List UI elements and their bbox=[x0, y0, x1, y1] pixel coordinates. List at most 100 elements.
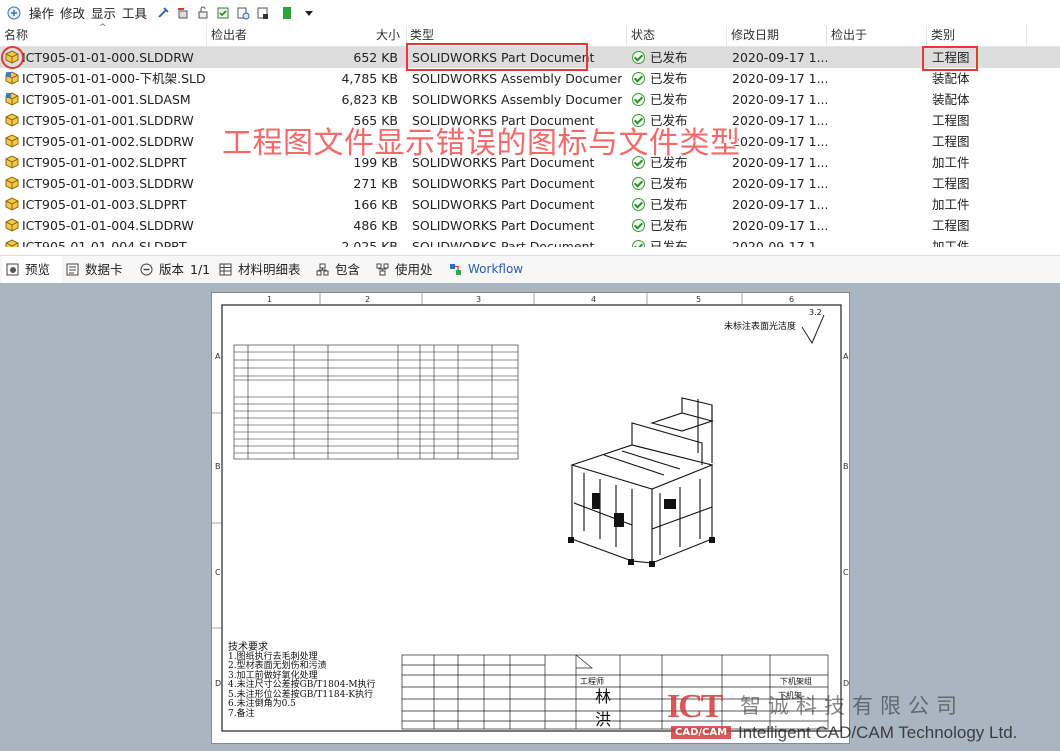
cell-type: SOLIDWORKS Part Document bbox=[412, 176, 595, 191]
cell-size: 6,823 KB bbox=[341, 92, 398, 107]
svg-text:C: C bbox=[843, 568, 849, 577]
check-out-icon[interactable] bbox=[196, 6, 210, 20]
cell-modified: 2020-09-17 1... bbox=[732, 92, 827, 107]
column-modified[interactable]: 修改日期 bbox=[727, 25, 827, 46]
cell-category: 工程图 bbox=[932, 134, 970, 149]
command-toolbar: 操作 修改 显示 工具 bbox=[0, 0, 1060, 25]
highlight-category-box bbox=[922, 46, 978, 71]
file-row[interactable]: ICT905-01-01-000-下机架.SLD... 4,785 KB SOLID… bbox=[0, 68, 1060, 89]
part-icon bbox=[5, 218, 19, 232]
bookmark-icon[interactable] bbox=[280, 6, 294, 20]
svg-text:5: 5 bbox=[696, 295, 701, 304]
preview-tab-icon bbox=[6, 263, 19, 276]
cell-category: 加工件 bbox=[932, 239, 970, 247]
tab-workflow[interactable]: Workflow bbox=[449, 256, 523, 283]
tab-datacard-label: 数据卡 bbox=[85, 262, 123, 277]
company-logo: ICT CAD/CAM bbox=[667, 688, 737, 744]
svg-text:6: 6 bbox=[789, 295, 794, 304]
assembly-icon bbox=[5, 92, 19, 106]
svg-text:A: A bbox=[843, 352, 849, 361]
technical-requirements: 技术要求 1.图纸执行去毛刺处理 2.型材表面无划伤和污渍 3.加工前做好氧化处… bbox=[228, 643, 376, 719]
cell-category: 装配体 bbox=[932, 92, 970, 107]
menu-display[interactable]: 显示 bbox=[91, 3, 116, 22]
part-icon bbox=[5, 134, 19, 148]
cell-modified: 2020-09-17 1... bbox=[732, 239, 827, 247]
svg-text:D: D bbox=[843, 679, 849, 688]
assembly-icon bbox=[5, 71, 19, 85]
drawing-sheet: 123 456 ABCD ABCD 未标注表面光洁度 3.2 技术要求 1.图纸… bbox=[211, 292, 850, 744]
cell-state: 已发布 bbox=[632, 68, 727, 89]
svg-text:D: D bbox=[215, 679, 221, 688]
tab-bom[interactable]: 材料明细表 bbox=[219, 256, 301, 283]
undo-checkout-icon[interactable] bbox=[176, 6, 190, 20]
datacard-icon bbox=[66, 263, 79, 276]
file-row[interactable]: ICT905-01-01-004.SLDDRW 486 KB SOLIDWORKS … bbox=[0, 215, 1060, 236]
file-row[interactable]: ICT905-01-01-001.SLDASM 6,823 KB SOLIDWORK… bbox=[0, 89, 1060, 110]
highlight-icon-circle bbox=[1, 46, 24, 69]
column-checked-out-in[interactable]: 检出于 bbox=[827, 25, 927, 46]
logo-mark-bottom: CAD/CAM bbox=[671, 726, 732, 739]
svg-text:2: 2 bbox=[365, 295, 370, 304]
file-row[interactable]: ICT905-01-01-004.SLDPRT 2,025 KB SOLIDWORK… bbox=[0, 236, 1060, 247]
column-state[interactable]: 状态 bbox=[627, 25, 727, 46]
cell-name: ICT905-01-01-003.SLDPRT bbox=[22, 197, 187, 212]
tech-line: 7.备注 bbox=[228, 708, 255, 719]
cell-name: ICT905-01-01-001.SLDDRW bbox=[22, 113, 194, 128]
pdm-vault-icon[interactable] bbox=[7, 6, 21, 20]
state-label: 已发布 bbox=[650, 176, 688, 191]
cell-modified: 2020-09-17 1... bbox=[732, 71, 827, 86]
sort-arrow-icon: ^ bbox=[99, 23, 107, 33]
cell-state: 已发布 bbox=[632, 236, 727, 247]
menu-operate[interactable]: 操作 bbox=[29, 3, 54, 22]
svg-text:4: 4 bbox=[591, 295, 596, 304]
tab-preview[interactable]: 预览 bbox=[2, 256, 62, 283]
svg-text:A: A bbox=[215, 352, 221, 361]
tab-workflow-label: Workflow bbox=[468, 262, 524, 276]
menu-tools[interactable]: 工具 bbox=[122, 3, 147, 22]
logo-mark-top: ICT bbox=[667, 688, 723, 725]
part-icon bbox=[5, 197, 19, 211]
tab-where-used[interactable]: 使用处 bbox=[376, 256, 433, 283]
cell-type: SOLIDWORKS Part Document bbox=[412, 197, 595, 212]
tab-contains[interactable]: 包含 bbox=[316, 256, 360, 283]
state-label: 已发布 bbox=[650, 197, 688, 212]
tab-version[interactable]: 版本 1/1 bbox=[140, 256, 210, 283]
svg-text:B: B bbox=[843, 462, 849, 471]
state-label: 已发布 bbox=[650, 50, 688, 65]
tab-version-value: 1/1 bbox=[190, 262, 211, 277]
cell-category: 工程图 bbox=[932, 218, 970, 233]
column-size[interactable]: 大小 bbox=[300, 25, 406, 46]
file-row[interactable]: ICT905-01-01-003.SLDPRT 166 KB SOLIDWORKS … bbox=[0, 194, 1060, 215]
released-check-icon bbox=[632, 51, 645, 64]
released-check-icon bbox=[632, 72, 645, 85]
preview-icon[interactable] bbox=[256, 6, 270, 20]
state-label: 已发布 bbox=[650, 71, 688, 86]
part-icon bbox=[5, 176, 19, 190]
menu-modify[interactable]: 修改 bbox=[60, 3, 85, 22]
highlight-type-box bbox=[406, 43, 588, 71]
cell-category: 加工件 bbox=[932, 197, 970, 212]
cell-size: 271 KB bbox=[353, 176, 398, 191]
check-in-icon[interactable] bbox=[216, 6, 230, 20]
where-used-icon bbox=[376, 263, 389, 276]
chevron-down-icon[interactable] bbox=[302, 6, 316, 20]
released-check-icon bbox=[632, 240, 645, 247]
surface-finish-note: 未标注表面光洁度 bbox=[724, 322, 797, 332]
cell-type: SOLIDWORKS Part Document bbox=[412, 239, 595, 247]
cell-size: 652 KB bbox=[353, 50, 398, 65]
cell-size: 166 KB bbox=[353, 197, 398, 212]
tab-bom-label: 材料明细表 bbox=[238, 262, 301, 277]
get-latest-icon[interactable] bbox=[236, 6, 250, 20]
cell-modified: 2020-09-17 1... bbox=[732, 218, 827, 233]
released-check-icon bbox=[632, 177, 645, 190]
pin-icon[interactable] bbox=[156, 6, 170, 20]
file-row[interactable]: ICT905-01-01-003.SLDDRW 271 KB SOLIDWORKS … bbox=[0, 173, 1060, 194]
cell-name: ICT905-01-01-004.SLDDRW bbox=[22, 218, 194, 233]
column-category[interactable]: 类别 bbox=[927, 25, 1027, 46]
cell-name: ICT905-01-01-001.SLDASM bbox=[22, 92, 191, 107]
cell-category: 工程图 bbox=[932, 176, 970, 191]
contains-icon bbox=[316, 263, 329, 276]
tab-datacard[interactable]: 数据卡 bbox=[66, 256, 123, 283]
cell-size: 2,025 KB bbox=[341, 239, 398, 247]
workflow-icon bbox=[450, 264, 461, 275]
